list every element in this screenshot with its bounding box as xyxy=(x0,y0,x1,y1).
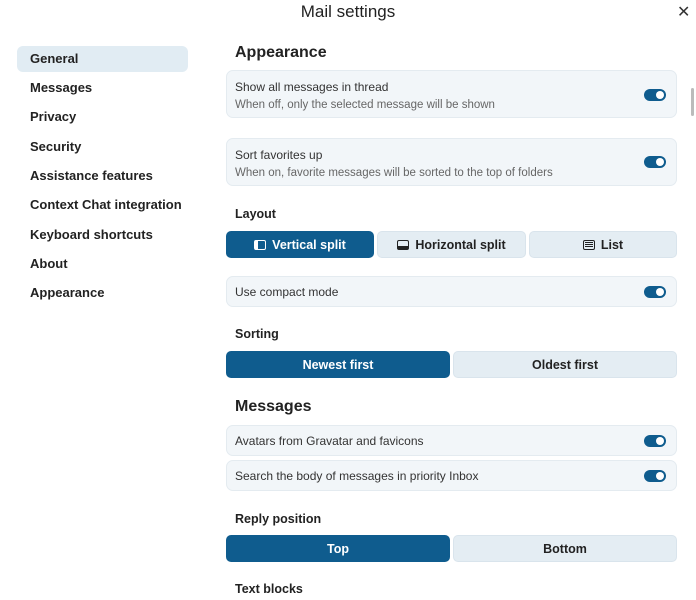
text-blocks-label: Text blocks xyxy=(235,582,303,596)
sidebar-item-about[interactable]: About xyxy=(17,251,188,277)
oldest-first-button[interactable]: Oldest first xyxy=(453,351,677,378)
scrollbar[interactable] xyxy=(691,88,694,116)
sorting-label: Sorting xyxy=(235,327,279,341)
reply-position-label: Reply position xyxy=(235,512,322,526)
setting-description: When on, favorite messages will be sorte… xyxy=(235,167,553,179)
reply-top-button[interactable]: Top xyxy=(226,535,450,562)
vertical-split-icon xyxy=(254,239,267,250)
search-body-setting: Search the body of messages in priority … xyxy=(226,460,677,491)
layout-label: Layout xyxy=(235,207,276,221)
sidebar-item-appearance[interactable]: Appearance xyxy=(17,280,188,306)
newest-first-button[interactable]: Newest first xyxy=(226,351,450,378)
button-label: List xyxy=(600,237,624,252)
sidebar-item-keyboard-shortcuts[interactable]: Keyboard shortcuts xyxy=(17,222,188,248)
sort-favorites-setting: Sort favorites up When on, favorite mess… xyxy=(226,138,677,186)
gravatar-toggle[interactable] xyxy=(644,435,666,447)
setting-title: Use compact mode xyxy=(235,285,339,299)
list-button[interactable]: List xyxy=(529,231,677,258)
sort-favorites-toggle[interactable] xyxy=(644,156,666,168)
button-label: Horizontal split xyxy=(415,237,506,252)
setting-title: Sort favorites up xyxy=(235,148,323,162)
appearance-heading: Appearance xyxy=(235,44,327,61)
sidebar-item-messages[interactable]: Messages xyxy=(17,75,188,101)
vertical-split-button[interactable]: Vertical split xyxy=(226,231,374,258)
close-icon[interactable]: ✕ xyxy=(677,2,690,22)
setting-description: When off, only the selected message will… xyxy=(235,99,495,111)
horizontal-split-button[interactable]: Horizontal split xyxy=(377,231,526,258)
show-thread-toggle[interactable] xyxy=(644,89,666,101)
sidebar-item-assistance[interactable]: Assistance features xyxy=(17,163,188,189)
sidebar-item-security[interactable]: Security xyxy=(17,134,188,160)
search-body-toggle[interactable] xyxy=(644,470,666,482)
sidebar-item-privacy[interactable]: Privacy xyxy=(17,104,188,130)
compact-mode-toggle[interactable] xyxy=(644,286,666,298)
messages-heading: Messages xyxy=(235,398,312,415)
button-label: Vertical split xyxy=(272,237,346,252)
sidebar-item-general[interactable]: General xyxy=(17,46,188,72)
setting-title: Avatars from Gravatar and favicons xyxy=(235,434,424,448)
dialog-title: Mail settings xyxy=(300,2,396,21)
gravatar-setting: Avatars from Gravatar and favicons xyxy=(226,425,677,456)
compact-mode-setting: Use compact mode xyxy=(226,276,677,307)
horizontal-split-icon xyxy=(397,239,410,250)
reply-bottom-button[interactable]: Bottom xyxy=(453,535,677,562)
sidebar-item-context-chat[interactable]: Context Chat integration xyxy=(17,192,188,218)
show-thread-setting: Show all messages in thread When off, on… xyxy=(226,70,677,118)
setting-title: Search the body of messages in priority … xyxy=(235,469,479,483)
setting-title: Show all messages in thread xyxy=(235,80,389,94)
list-icon xyxy=(582,239,595,250)
